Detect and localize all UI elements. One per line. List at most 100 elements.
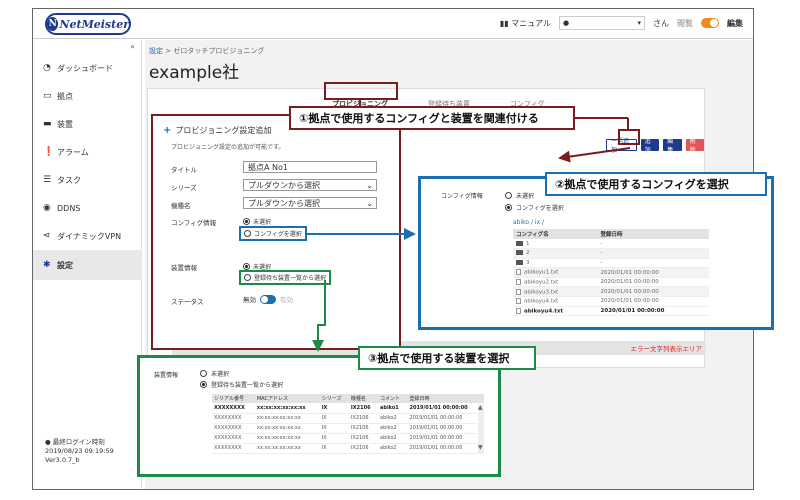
sidebar: « ◔ ダッシュボード ▭ 拠点 ▬ 装置 ❗ アラーム ☰ タスク ◉ DDNS ⋖ ダイナ… [33, 40, 142, 489]
user-icon: ● [563, 19, 570, 27]
sidebar-item-label: タスク [57, 175, 81, 185]
config-date: - [597, 239, 709, 250]
sidebar-item-tasks[interactable]: ☰ タスク [33, 168, 142, 192]
config-date: 2020/01/01 00:00:00 [597, 286, 709, 298]
device-col-model[interactable]: 機種名 [348, 394, 378, 403]
config-name: abikoyu4.txt [524, 308, 564, 315]
cell-date: 2019/01/01 00:00:00 [407, 413, 484, 424]
sidebar-item-sites[interactable]: ▭ 拠点 [33, 84, 142, 108]
device-panel-label: 装置情報 [154, 372, 179, 379]
title-input[interactable]: 拠点A No1 [243, 161, 377, 173]
device-col-serial[interactable]: シリアル番号 [212, 394, 255, 403]
add-button[interactable]: 追加 [640, 138, 660, 154]
config-date: - [597, 248, 709, 259]
config-panel-radio-select[interactable]: コンフィグを選択 [505, 203, 564, 212]
delete-button[interactable]: 削除 [685, 138, 705, 154]
edit-button[interactable]: 編集 [663, 138, 682, 154]
model-label: 機種名 [171, 202, 191, 210]
table-row[interactable]: 3- [513, 258, 709, 269]
cell-date: 2019/01/01 00:00:00 [407, 433, 484, 444]
config-name: 3 [526, 259, 530, 266]
table-row[interactable]: XXXXXXXX xx:xx:xx:xx:xx:xx IX IX2106 abiko2 2… [212, 413, 484, 424]
device-col-series[interactable]: シリーズ [319, 394, 349, 403]
config-name: abikoyu1.txt [524, 269, 559, 276]
view-mode-label: 閲覧 [677, 18, 693, 28]
cell-comment: abiko2 [378, 443, 408, 454]
clock-icon: ● [45, 438, 51, 446]
cell-series: IX [319, 443, 349, 454]
user-suffix: さん [653, 18, 669, 28]
status-toggle[interactable] [260, 294, 276, 304]
table-row[interactable]: abikoyu1.txt 2020/01/01 00:00:00 [513, 267, 709, 278]
table-row[interactable]: XXXXXXXX xx:xx:xx:xx:xx:xx IX IX2106 abiko1 2… [212, 403, 484, 414]
device-radio-select[interactable]: 登録待ち装置一覧から選択 [239, 270, 332, 285]
tab-highlight [324, 82, 398, 100]
sidebar-item-dynamic-vpn[interactable]: ⋖ ダイナミックVPN [33, 224, 142, 248]
table-row[interactable]: abikoyu2.txt 2020/01/01 00:00:00 [513, 277, 709, 288]
table-row[interactable]: XXXXXXXX xx:xx:xx:xx:xx:xx IX IX2106 abiko2 2… [212, 443, 484, 454]
folder-icon [516, 259, 523, 265]
device-table-header: シリアル番号 MACアドレス シリーズ 機種名 コメント 登録日時 [212, 394, 484, 403]
device-col-date[interactable]: 登録日時 [407, 394, 484, 403]
user-dropdown[interactable]: ● ▾ [559, 16, 645, 30]
cell-serial: XXXXXXXX [212, 403, 255, 414]
file-icon [516, 278, 521, 285]
breadcrumb-settings-link[interactable]: 設定 [149, 47, 163, 55]
config-panel-radio-none[interactable]: 未選択 [505, 191, 534, 200]
cell-comment: abiko1 [378, 403, 408, 414]
file-icon [516, 298, 521, 305]
sidebar-item-settings[interactable]: ✱ 設定 [33, 250, 142, 280]
cell-series: IX [319, 433, 349, 444]
form-title-text: プロビジョニング設定追加 [175, 126, 272, 135]
table-row[interactable]: XXXXXXXX xx:xx:xx:xx:xx:xx IX IX2106 abiko2 2… [212, 433, 484, 444]
sidebar-item-ddns[interactable]: ◉ DDNS [33, 196, 142, 220]
config-path-breadcrumb[interactable]: abiko / ix / [513, 219, 544, 226]
collapse-sidebar-button[interactable]: « [130, 42, 135, 51]
cell-date: 2019/01/01 00:00:00 [407, 403, 484, 414]
config-radio-select[interactable]: コンフィグを選択 [239, 226, 307, 241]
config-date: 2020/01/01 00:00:00 [597, 267, 709, 278]
table-row[interactable]: abikoyu3.txt 2020/01/01 00:00:00 [513, 286, 709, 298]
radio-selected [243, 263, 250, 270]
config-table: コンフィグ名 登録日時 1- 2- 3- abikoyu1.txt 2020/01… [513, 229, 709, 317]
config-radio-none[interactable]: 未選択 [243, 217, 271, 226]
config-selection-panel: コンフィグ情報 未選択 コンフィグを選択 abiko / ix / コンフィグ名… [418, 176, 774, 330]
last-login-label: 最終ログイン時刻 [52, 438, 105, 446]
sidebar-item-dashboard[interactable]: ◔ ダッシュボード [33, 56, 142, 80]
netmeister-logo[interactable]: N NetMeister [45, 13, 131, 35]
cell-serial: XXXXXXXX [212, 413, 255, 424]
table-row[interactable]: abikoyu4.txt 2020/01/01 00:00:00 [513, 296, 709, 307]
manual-link[interactable]: ▮▮ マニュアル [500, 18, 551, 29]
scroll-down-icon[interactable]: ▼ [478, 444, 483, 451]
sidebar-item-alarm[interactable]: ❗ アラーム [33, 140, 142, 164]
device-col-mac[interactable]: MACアドレス [254, 394, 320, 403]
cell-model: IX2106 [348, 413, 378, 424]
cell-model: IX2106 [348, 403, 378, 414]
table-row[interactable]: 1- [513, 239, 709, 250]
config-col-name[interactable]: コンフィグ名 [513, 229, 598, 239]
table-row[interactable]: abikoyu4.txt 2020/01/01 00:00:00 [513, 306, 709, 317]
config-col-date[interactable]: 登録日時 [597, 229, 709, 239]
config-radio-none-label: 未選択 [253, 219, 272, 226]
edit-mode-toggle[interactable] [701, 18, 719, 28]
callout-select-config: ②拠点で使用するコンフィグを選択 [545, 172, 767, 196]
series-select[interactable]: プルダウンから選択 ⌄ [243, 179, 377, 191]
add-button-highlight [618, 129, 640, 145]
sidebar-item-devices[interactable]: ▬ 装置 [33, 112, 142, 136]
device-panel-radio-select[interactable]: 登録待ち装置一覧から選択 [200, 380, 283, 389]
table-row[interactable]: 2- [513, 248, 709, 259]
sidebar-item-label: ダイナミックVPN [57, 231, 122, 241]
table-row[interactable]: XXXXXXXX xx:xx:xx:xx:xx:xx IX IX2106 abiko2 2… [212, 423, 484, 434]
globe-icon: ◉ [43, 203, 51, 213]
config-panel-radio-none-label: 未選択 [516, 193, 535, 200]
chevron-down-icon: ⌄ [366, 180, 373, 190]
device-col-comment[interactable]: コメント [378, 394, 408, 403]
device-panel-radio-none[interactable]: 未選択 [200, 369, 229, 378]
cell-mac: xx:xx:xx:xx:xx:xx [254, 413, 320, 424]
folder-icon [516, 240, 523, 246]
scroll-up-icon[interactable]: ▲ [478, 404, 483, 411]
device-panel-radio-none-label: 未選択 [211, 371, 230, 378]
top-bar-right: ▮▮ マニュアル ● ▾ さん 閲覧 編集 [500, 16, 743, 30]
file-icon [516, 288, 521, 295]
model-select[interactable]: プルダウンから選択 ⌄ [243, 197, 377, 209]
